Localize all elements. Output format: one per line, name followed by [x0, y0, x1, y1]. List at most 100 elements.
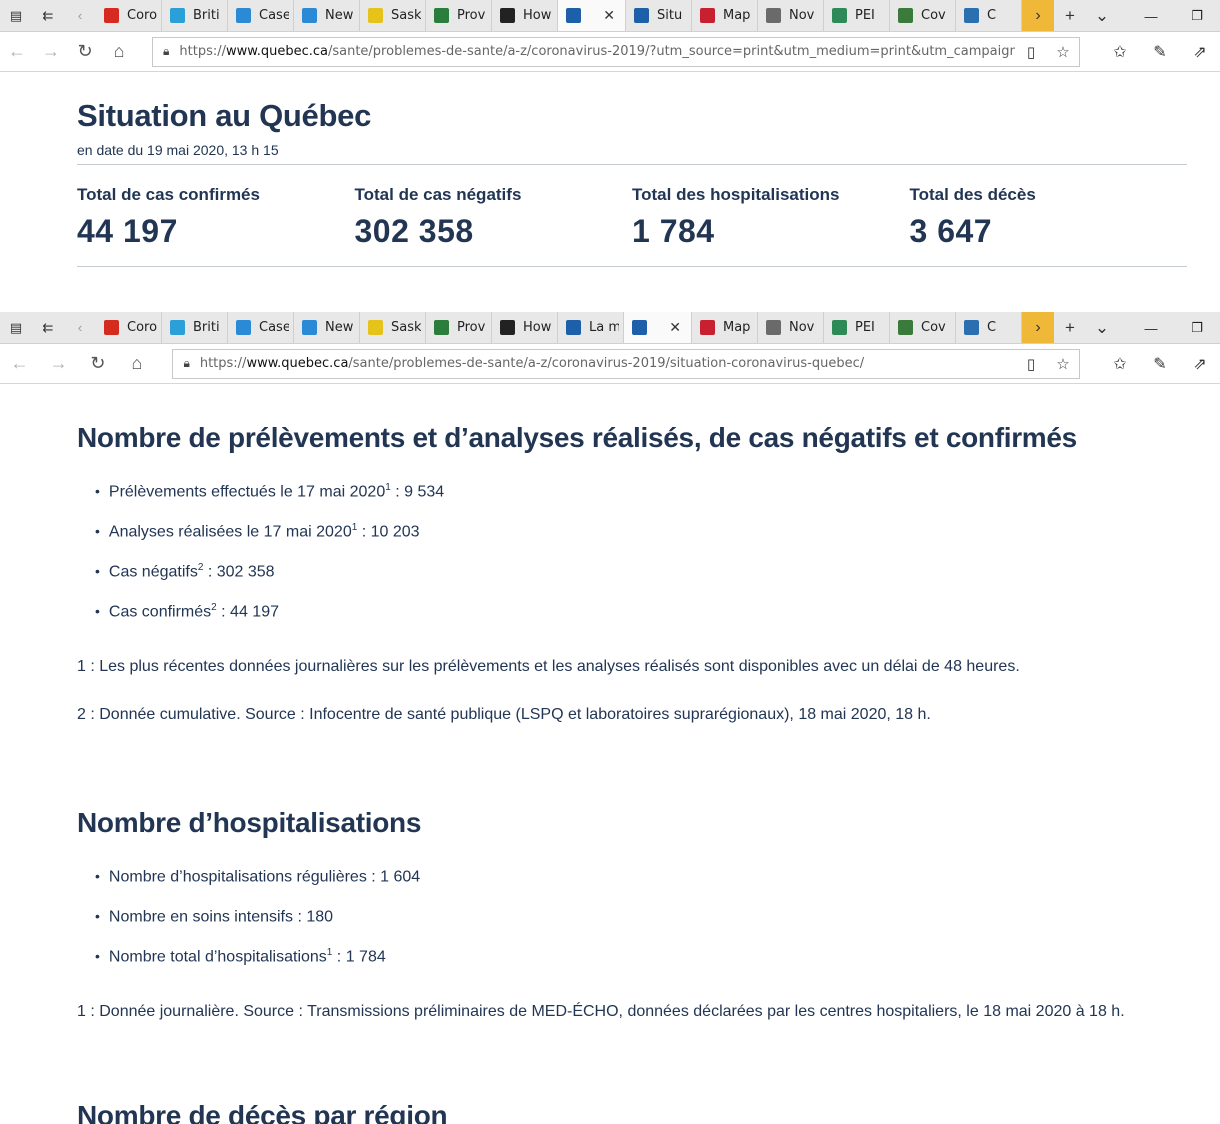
toolbar-right: ✩ ✎ ⇗	[1100, 354, 1220, 374]
tab-11[interactable]: PEI	[824, 0, 890, 31]
tab-4[interactable]: Sask	[360, 312, 426, 343]
tab-manager-icon[interactable]: ▤	[0, 0, 32, 31]
favorite-star-icon[interactable]: ☆	[1047, 43, 1079, 61]
tab-0[interactable]: Coro	[96, 312, 162, 343]
manitoba-icon	[434, 320, 449, 335]
tab-3[interactable]: New	[294, 0, 360, 31]
tab-11[interactable]: PEI	[824, 312, 890, 343]
restore-button[interactable]: ❐	[1174, 312, 1220, 344]
tab-title: Briti	[193, 8, 220, 23]
tab-9[interactable]: Map	[692, 0, 758, 31]
reading-view-icon[interactable]: ▯	[1015, 43, 1047, 61]
stats-row: Total de cas confirmés 44 197 Total de c…	[77, 185, 1187, 250]
tab-preview-chevron-icon[interactable]: ⌄	[1086, 0, 1118, 31]
list-item: Cas négatifs2 : 302 358	[95, 556, 1187, 596]
tab-title: Nov	[789, 320, 815, 335]
favorites-hub-icon[interactable]: ✩	[1100, 42, 1140, 62]
url-input[interactable]: 🔒︎ https://www.quebec.ca/sante/problemes…	[172, 348, 1080, 379]
tab-title: PEI	[855, 320, 875, 335]
footnote-1: 1 : Les plus récentes données journalièr…	[77, 658, 1020, 675]
address-bar: ← → ↻ ⌂ 🔒︎ https://www.quebec.ca/sante/p…	[0, 344, 1220, 384]
stat-label: Total de cas confirmés	[77, 185, 260, 204]
reading-view-icon[interactable]: ▯	[1015, 355, 1047, 373]
tab-13[interactable]: C	[956, 312, 1022, 343]
tab-title: Map	[723, 320, 751, 335]
scroll-tabs-left-icon[interactable]: ‹	[64, 0, 96, 31]
close-tab-icon[interactable]: ✕	[603, 8, 615, 24]
back-button[interactable]: ←	[0, 41, 34, 62]
tab-title: Prov	[457, 8, 486, 23]
tab-8[interactable]: Situ	[626, 0, 692, 31]
tab-4[interactable]: Sask	[360, 0, 426, 31]
stat-value: 3 647	[909, 213, 993, 249]
restore-button[interactable]: ❐	[1174, 0, 1220, 32]
tab-5[interactable]: Prov	[426, 0, 492, 31]
tab-0[interactable]: Coro	[96, 0, 162, 31]
refresh-button[interactable]: ↻	[68, 41, 102, 62]
tab-6[interactable]: How	[492, 0, 558, 31]
situation-panel: Situation au Québec en date du 19 mai 20…	[77, 98, 1187, 267]
tab-preview-chevron-icon[interactable]: ⌄	[1086, 312, 1118, 343]
tab-1[interactable]: Briti	[162, 0, 228, 31]
url-text: https://www.quebec.ca/sante/problemes-de…	[179, 44, 1015, 59]
nb-icon	[700, 320, 715, 335]
footnote-1: 1 : Donnée journalière. Source : Transmi…	[77, 1003, 1125, 1020]
share-icon[interactable]: ⇗	[1180, 42, 1220, 62]
share-icon[interactable]: ⇗	[1180, 354, 1220, 374]
set-aside-tabs-icon[interactable]: ⇇	[32, 312, 64, 343]
tab-12[interactable]: Cov	[890, 0, 956, 31]
stat-value: 302 358	[354, 213, 474, 249]
back-button[interactable]: ←	[0, 353, 39, 374]
lock-icon[interactable]: 🔒︎	[163, 44, 169, 59]
divider	[77, 266, 1187, 267]
tab-1[interactable]: Briti	[162, 312, 228, 343]
tab-strip: Coro Briti Case New Sask Prov How ✕ Situ Map Nov PE…	[96, 0, 1022, 31]
set-aside-tabs-icon[interactable]: ⇇	[32, 0, 64, 31]
list-item: Analyses réalisées le 17 mai 20201 : 10 …	[95, 516, 1187, 556]
minimize-button[interactable]: —	[1128, 312, 1174, 344]
tab-manager-icon[interactable]: ▤	[0, 312, 32, 343]
divider	[77, 164, 1187, 165]
home-button[interactable]: ⌂	[102, 41, 136, 62]
tab-2[interactable]: Case	[228, 0, 294, 31]
home-button[interactable]: ⌂	[117, 353, 156, 374]
tab-title: Sask	[391, 8, 421, 23]
tab-3[interactable]: New	[294, 312, 360, 343]
tab-title: C	[987, 320, 997, 335]
new-tab-button[interactable]: +	[1054, 0, 1086, 31]
minimize-button[interactable]: —	[1128, 0, 1174, 32]
tab-title: Map	[723, 8, 751, 23]
refresh-button[interactable]: ↻	[78, 353, 117, 374]
tab-7[interactable]: ✕	[558, 0, 626, 31]
scroll-tabs-left-icon[interactable]: ‹	[64, 312, 96, 343]
more-tabs-button[interactable]: ›	[1022, 0, 1054, 31]
more-tabs-button[interactable]: ›	[1022, 312, 1054, 343]
canada-flag-icon	[104, 320, 119, 335]
analyses-title: Nombre de prélèvements et d’analyses réa…	[77, 422, 1077, 453]
favorite-star-icon[interactable]: ☆	[1047, 355, 1079, 373]
tab-10[interactable]: Nov	[758, 312, 824, 343]
close-tab-icon[interactable]: ✕	[669, 320, 681, 336]
tab-6[interactable]: How	[492, 312, 558, 343]
forward-button[interactable]: →	[39, 353, 78, 374]
tab-10[interactable]: Nov	[758, 0, 824, 31]
tab-12[interactable]: Cov	[890, 312, 956, 343]
new-tab-button[interactable]: +	[1054, 312, 1086, 343]
bc-gov-icon	[170, 320, 185, 335]
tab-title: Sask	[391, 320, 421, 335]
tab-9[interactable]: Map	[692, 312, 758, 343]
tab-2[interactable]: Case	[228, 312, 294, 343]
tab-7[interactable]: La m	[558, 312, 624, 343]
situation-date: en date du 19 mai 2020, 13 h 15	[77, 142, 279, 158]
tab-5[interactable]: Prov	[426, 312, 492, 343]
lock-icon[interactable]: 🔒︎	[183, 356, 189, 371]
favorites-hub-icon[interactable]: ✩	[1100, 354, 1140, 374]
tab-13[interactable]: C	[956, 0, 1022, 31]
url-input[interactable]: 🔒︎ https://www.quebec.ca/sante/problemes…	[152, 36, 1080, 67]
tab-8[interactable]: ✕	[624, 312, 692, 343]
url-text: https://www.quebec.ca/sante/problemes-de…	[199, 356, 865, 371]
forward-button[interactable]: →	[34, 41, 68, 62]
web-note-icon[interactable]: ✎	[1140, 42, 1180, 62]
tab-title: PEI	[855, 8, 875, 23]
web-note-icon[interactable]: ✎	[1140, 354, 1180, 374]
